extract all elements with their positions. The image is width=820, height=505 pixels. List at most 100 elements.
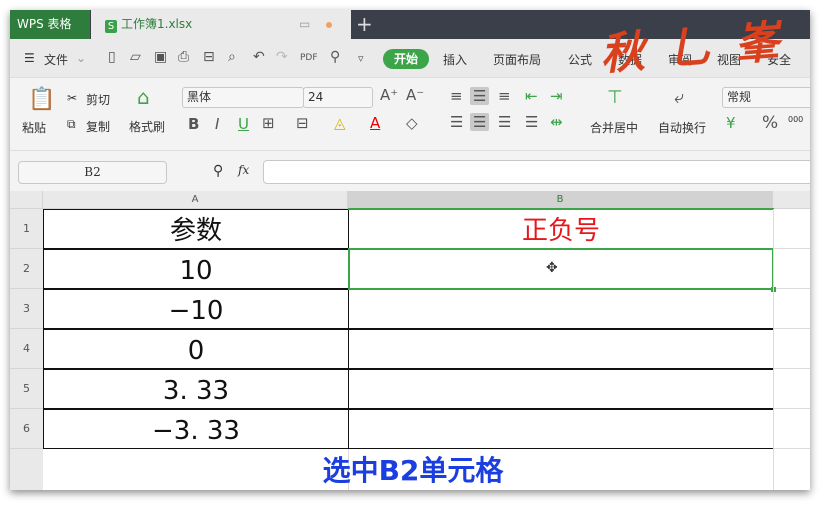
formula-bar: B2 ⚲ fx [10,151,810,191]
fx-icon[interactable]: fx [238,163,249,177]
pdf-icon[interactable]: PDF [300,53,318,63]
zoom-icon[interactable]: ⚲ [213,163,223,179]
gridline [774,288,810,289]
new-icon[interactable]: ▯ [108,49,116,65]
cell-b6[interactable] [348,409,774,449]
row-header-6[interactable]: 6 [10,409,43,449]
tab-page-layout[interactable]: 页面布局 [493,51,541,68]
ribbon: 📋 粘贴 ✂ 剪切 ⧉ 复制 ⌂ 格式刷 黑体 24 A⁺ A⁻ B I U ⊞… [10,79,810,151]
undo-icon[interactable]: ↶ [253,49,265,65]
cell-b5[interactable] [348,369,774,409]
tab-formulas[interactable]: 公式 [568,51,592,68]
menu-icon[interactable]: ☰ [24,51,35,65]
monitor-icon[interactable]: ▭ [299,10,310,39]
row-header-3[interactable]: 3 [10,289,43,329]
gridline [774,328,810,329]
underline-icon[interactable]: U [238,115,249,133]
merge-center-icon[interactable]: ⊤ [607,87,623,108]
number-format-select[interactable]: 常规 [722,87,810,108]
increase-font-icon[interactable]: A⁺ [380,86,398,104]
italic-icon[interactable]: I [215,115,219,133]
select-all-corner[interactable] [10,191,43,209]
row-header-2[interactable]: 2 [10,249,43,289]
merge-center-button[interactable]: 合并居中 [590,119,638,136]
clear-icon[interactable]: ◇ [406,114,418,132]
format-painter-button[interactable]: 格式刷 [129,118,165,135]
gridline [774,408,810,409]
cut-button[interactable]: 剪切 [86,91,110,108]
cell-b1[interactable]: 正负号 [348,209,774,249]
cell-style-icon[interactable]: ⊟ [296,114,309,132]
cell-a4[interactable]: 0 [43,329,349,369]
font-color-icon[interactable]: A [370,114,380,132]
formula-input[interactable] [263,160,810,184]
cut-icon[interactable]: ✂ [67,91,77,105]
name-box[interactable]: B2 [18,161,167,184]
cell-a2[interactable]: 10 [43,249,349,289]
align-top-icon[interactable]: ≡ [450,87,463,105]
new-tab-button[interactable]: + [356,10,373,38]
wrap-text-icon[interactable]: ⤶ [674,87,684,108]
cell-b4[interactable] [348,329,774,369]
column-header-c[interactable] [773,191,810,209]
cell-b3[interactable] [348,289,774,329]
increase-indent-icon[interactable]: ⇥ [550,87,563,105]
more-icon[interactable]: ▿ [358,52,364,65]
cell-a3[interactable]: −10 [43,289,349,329]
tab-insert[interactable]: 插入 [443,51,467,68]
decrease-font-icon[interactable]: A⁻ [406,86,424,104]
find-icon[interactable]: ⌕ [228,49,236,65]
open-icon[interactable]: ▱ [130,49,141,65]
percent-button[interactable]: % [762,113,778,133]
cursor-cross-icon: ✥ [546,260,558,276]
bold-icon[interactable]: B [188,115,199,133]
cell-a1[interactable]: 参数 [43,209,349,249]
watermark-logo: 秋 乚 峯 [598,16,785,81]
app-tab[interactable]: WPS 表格 [10,10,90,39]
font-name-select[interactable]: 黑体 [182,87,304,108]
row-header-1[interactable]: 1 [10,209,43,249]
align-center-icon[interactable]: ☰ [470,113,490,131]
fill-color-icon[interactable]: ◬ [334,114,346,132]
distribute-icon[interactable]: ⇹ [550,113,563,131]
currency-icon[interactable]: ¥ [726,114,736,132]
align-middle-icon[interactable]: ☰ [470,87,490,105]
redo-icon[interactable]: ↷ [276,49,288,65]
chevron-down-icon[interactable]: ⌄ [76,51,86,65]
wrap-text-button[interactable]: 自动换行 [658,119,706,136]
decrease-indent-icon[interactable]: ⇤ [525,87,538,105]
row-header-4[interactable]: 4 [10,329,43,369]
cell-a6[interactable]: −3. 33 [43,409,349,449]
row-header-5[interactable]: 5 [10,369,43,409]
print-preview-icon[interactable]: ⊟ [203,49,215,65]
tab-start[interactable]: 开始 [383,49,429,69]
search-icon[interactable]: ⚲ [330,49,340,65]
cell-a5[interactable]: 3. 33 [43,369,349,409]
format-painter-icon[interactable]: ⌂ [137,85,150,109]
print-icon[interactable]: ⎙ [178,49,189,65]
unsaved-dot-icon [326,22,332,28]
spreadsheet-icon: S [105,20,117,33]
font-size-select[interactable]: 24 [303,87,373,108]
column-selection-indicator [348,208,774,210]
justify-icon[interactable]: ☰ [525,113,538,131]
file-menu[interactable]: 文件 [44,51,68,68]
paste-icon[interactable]: 📋 [28,87,55,112]
paste-button[interactable]: 粘贴 [22,119,46,136]
thousands-button[interactable]: 000 [788,115,803,124]
save-icon[interactable]: ▣ [154,49,167,65]
document-tab[interactable]: S 工作簿1.xlsx ▭ [91,10,351,39]
column-header-a[interactable]: A [43,191,348,209]
spreadsheet-grid: A B 1 参数 正负号 2 10 3 −10 4 0 5 3. 33 6 −3… [10,191,810,490]
column-header-b[interactable]: B [348,191,773,209]
selected-cell-outline: ✥ [348,248,776,292]
gridline [773,209,774,490]
align-left-icon[interactable]: ☰ [450,113,463,131]
border-icon[interactable]: ⊞ [262,114,275,132]
align-right-icon[interactable]: ☰ [498,113,511,131]
copy-button[interactable]: 复制 [86,118,110,135]
row-header-7[interactable] [10,449,43,490]
document-tab-label: 工作簿1.xlsx [121,17,193,31]
align-bottom-icon[interactable]: ≡ [498,87,511,105]
copy-icon[interactable]: ⧉ [67,117,76,132]
